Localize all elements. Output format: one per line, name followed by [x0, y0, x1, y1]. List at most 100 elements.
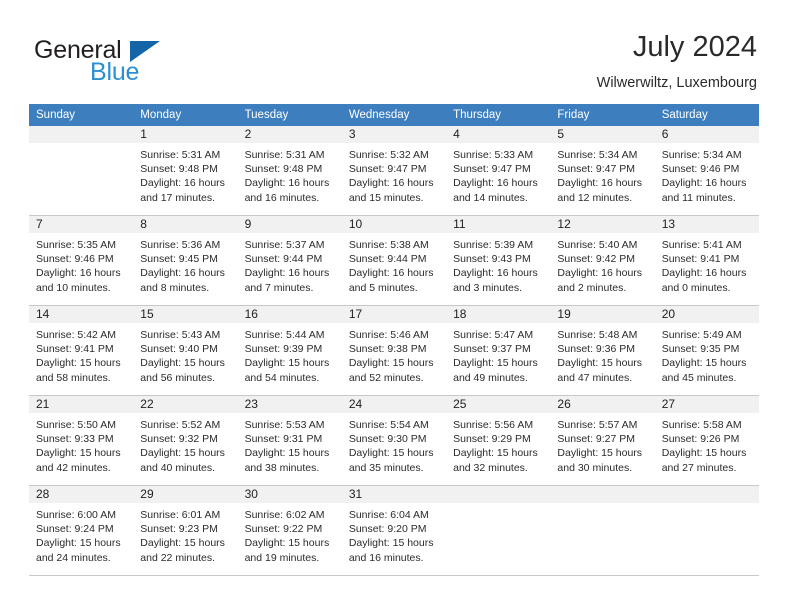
sunrise-text: Sunrise: 5:53 AM — [244, 419, 325, 431]
calendar-day-cell[interactable]: 14 Sunrise: 5:42 AM Sunset: 9:41 PM Dayligh… — [29, 305, 134, 396]
sunrise-text: Sunrise: 5:40 AM — [557, 239, 638, 251]
daylight-text-line2: and 30 minutes. — [557, 461, 633, 474]
daylight-text-line1: Daylight: 16 hours — [557, 177, 643, 190]
day-number: 29 — [133, 486, 238, 503]
daylight-text-line2: and 17 minutes. — [140, 191, 215, 204]
day-sun-info: Sunrise: 6:04 AM Sunset: 9:20 PM Daylight:… — [342, 503, 446, 565]
sunset-text: Sunset: 9:48 PM — [244, 163, 323, 176]
calendar-day-cell[interactable]: 2 Sunrise: 5:31 AM Sunset: 9:48 PM Daylight… — [237, 126, 342, 216]
calendar-day-cell[interactable]: 29 Sunrise: 6:01 AM Sunset: 9:23 PM Dayligh… — [133, 485, 238, 576]
sunrise-text: Sunrise: 6:02 AM — [244, 509, 325, 521]
daylight-text-line2: and 16 minutes. — [244, 191, 320, 204]
sunset-text: Sunset: 9:47 PM — [348, 163, 427, 176]
calendar-day-cell[interactable]: 26 Sunrise: 5:57 AM Sunset: 9:27 PM Dayligh… — [550, 395, 655, 486]
sunrise-text: Sunrise: 5:34 AM — [661, 149, 742, 161]
calendar-day-cell[interactable]: 27 Sunrise: 5:58 AM Sunset: 9:26 PM Dayligh… — [654, 395, 759, 486]
calendar-day-cell[interactable]: 28 Sunrise: 6:00 AM Sunset: 9:24 PM Dayligh… — [29, 485, 134, 576]
calendar-day-cell[interactable]: 8 Sunrise: 5:36 AM Sunset: 9:45 PM Daylight… — [133, 215, 238, 306]
sunset-text: Sunset: 9:42 PM — [557, 253, 636, 266]
sunrise-text: Sunrise: 5:49 AM — [661, 329, 742, 341]
calendar-day-cell[interactable]: 15 Sunrise: 5:43 AM Sunset: 9:40 PM Dayligh… — [133, 305, 238, 396]
sunset-text: Sunset: 9:46 PM — [661, 163, 740, 176]
weekday-header-wednesday: Wednesday — [341, 104, 447, 126]
calendar-day-cell[interactable]: 7 Sunrise: 5:35 AM Sunset: 9:46 PM Daylight… — [29, 215, 134, 306]
daylight-text-line1: Daylight: 16 hours — [661, 267, 747, 280]
day-number — [550, 486, 655, 503]
calendar-day-cell[interactable]: 31 Sunrise: 6:04 AM Sunset: 9:20 PM Dayligh… — [341, 485, 447, 576]
day-number: 18 — [446, 306, 551, 323]
calendar-day-cell[interactable]: 1 Sunrise: 5:31 AM Sunset: 9:48 PM Daylight… — [133, 126, 238, 216]
day-number — [446, 486, 551, 503]
calendar-day-cell[interactable]: 6 Sunrise: 5:34 AM Sunset: 9:46 PM Daylight… — [654, 126, 759, 216]
day-number: 6 — [654, 126, 759, 143]
sunset-text: Sunset: 9:38 PM — [348, 343, 427, 356]
calendar-day-cell[interactable]: 3 Sunrise: 5:32 AM Sunset: 9:47 PM Daylight… — [341, 126, 447, 216]
calendar-day-cell[interactable]: 13 Sunrise: 5:41 AM Sunset: 9:41 PM Dayligh… — [654, 215, 759, 306]
day-sun-info: Sunrise: 5:35 AM Sunset: 9:46 PM Daylight:… — [29, 233, 133, 295]
day-sun-info: Sunrise: 5:43 AM Sunset: 9:40 PM Daylight:… — [133, 323, 237, 385]
daylight-text-line2: and 24 minutes. — [36, 551, 111, 564]
day-sun-info: Sunrise: 5:50 AM Sunset: 9:33 PM Daylight:… — [29, 413, 133, 475]
sunrise-text: Sunrise: 5:58 AM — [661, 419, 742, 431]
daylight-text-line1: Daylight: 15 hours — [36, 447, 121, 460]
calendar-day-cell[interactable]: 30 Sunrise: 6:02 AM Sunset: 9:22 PM Dayligh… — [237, 485, 342, 576]
day-number: 7 — [29, 216, 134, 233]
day-sun-info: Sunrise: 5:37 AM Sunset: 9:44 PM Daylight:… — [238, 233, 342, 295]
calendar-day-cell[interactable]: 9 Sunrise: 5:37 AM Sunset: 9:44 PM Daylight… — [237, 215, 342, 306]
sunrise-text: Sunrise: 5:43 AM — [140, 329, 221, 341]
sunset-text: Sunset: 9:31 PM — [244, 433, 323, 446]
daylight-text-line1: Daylight: 16 hours — [453, 267, 538, 280]
day-number: 24 — [341, 396, 447, 413]
calendar-day-cell[interactable]: 5 Sunrise: 5:34 AM Sunset: 9:47 PM Daylight… — [550, 126, 655, 216]
day-sun-info: Sunrise: 5:58 AM Sunset: 9:26 PM Daylight:… — [655, 413, 759, 475]
calendar-day-cell[interactable]: 16 Sunrise: 5:44 AM Sunset: 9:39 PM Dayligh… — [237, 305, 342, 396]
day-number: 20 — [654, 306, 759, 323]
daylight-text-line2: and 3 minutes. — [453, 281, 523, 294]
sunset-text: Sunset: 9:39 PM — [244, 343, 323, 356]
day-number: 21 — [29, 396, 134, 413]
daylight-text-line1: Daylight: 16 hours — [557, 267, 643, 280]
day-sun-info: Sunrise: 5:47 AM Sunset: 9:37 PM Daylight:… — [446, 323, 550, 385]
daylight-text-line1: Daylight: 16 hours — [36, 267, 121, 280]
daylight-text-line1: Daylight: 15 hours — [244, 357, 330, 370]
daylight-text-line1: Daylight: 15 hours — [36, 537, 121, 550]
calendar-week-row: 21 Sunrise: 5:50 AM Sunset: 9:33 PM Dayligh… — [29, 395, 759, 486]
calendar-day-cell-empty — [29, 126, 134, 216]
day-sun-info: Sunrise: 5:36 AM Sunset: 9:45 PM Daylight:… — [133, 233, 237, 295]
calendar-day-cell[interactable]: 12 Sunrise: 5:40 AM Sunset: 9:42 PM Dayligh… — [550, 215, 655, 306]
daylight-text-line1: Daylight: 16 hours — [453, 177, 538, 190]
calendar-day-cell[interactable]: 19 Sunrise: 5:48 AM Sunset: 9:36 PM Dayligh… — [550, 305, 655, 396]
calendar-day-cell[interactable]: 20 Sunrise: 5:49 AM Sunset: 9:35 PM Dayligh… — [654, 305, 759, 396]
sunset-text: Sunset: 9:35 PM — [661, 343, 740, 356]
weekday-header-tuesday: Tuesday — [237, 104, 342, 126]
calendar-day-cell-empty — [550, 485, 655, 576]
daylight-text-line1: Daylight: 15 hours — [453, 447, 538, 460]
day-number: 26 — [550, 396, 655, 413]
daylight-text-line2: and 49 minutes. — [453, 371, 528, 384]
calendar-week-row: 28 Sunrise: 6:00 AM Sunset: 9:24 PM Dayligh… — [29, 485, 759, 576]
daylight-text-line2: and 15 minutes. — [348, 191, 424, 204]
day-number: 9 — [237, 216, 342, 233]
daylight-text-line2: and 0 minutes. — [661, 281, 731, 294]
calendar-day-cell[interactable]: 24 Sunrise: 5:54 AM Sunset: 9:30 PM Dayligh… — [341, 395, 447, 486]
calendar-day-cell[interactable]: 18 Sunrise: 5:47 AM Sunset: 9:37 PM Dayligh… — [446, 305, 551, 396]
weekday-header-friday: Friday — [550, 104, 655, 126]
calendar-day-cell[interactable]: 21 Sunrise: 5:50 AM Sunset: 9:33 PM Dayligh… — [29, 395, 134, 486]
calendar-day-cell[interactable]: 17 Sunrise: 5:46 AM Sunset: 9:38 PM Dayligh… — [341, 305, 447, 396]
daylight-text-line1: Daylight: 15 hours — [348, 357, 434, 370]
calendar-page: General Blue July 2024 Wilwerwiltz, Luxe… — [0, 0, 792, 612]
calendar-day-cell[interactable]: 4 Sunrise: 5:33 AM Sunset: 9:47 PM Daylight… — [446, 126, 551, 216]
daylight-text-line2: and 12 minutes. — [557, 191, 633, 204]
daylight-text-line1: Daylight: 16 hours — [244, 267, 330, 280]
calendar-day-cell[interactable]: 25 Sunrise: 5:56 AM Sunset: 9:29 PM Dayligh… — [446, 395, 551, 486]
daylight-text-line2: and 8 minutes. — [140, 281, 210, 294]
sunrise-text: Sunrise: 5:52 AM — [140, 419, 221, 431]
general-blue-logo: General Blue — [34, 36, 234, 88]
calendar-day-cell[interactable]: 11 Sunrise: 5:39 AM Sunset: 9:43 PM Dayligh… — [446, 215, 551, 306]
sunset-text: Sunset: 9:44 PM — [348, 253, 427, 266]
calendar-day-cell[interactable]: 10 Sunrise: 5:38 AM Sunset: 9:44 PM Dayligh… — [341, 215, 447, 306]
calendar-day-cell-empty — [446, 485, 551, 576]
calendar-day-cell[interactable]: 23 Sunrise: 5:53 AM Sunset: 9:31 PM Dayligh… — [237, 395, 342, 486]
calendar-day-cell[interactable]: 22 Sunrise: 5:52 AM Sunset: 9:32 PM Dayligh… — [133, 395, 238, 486]
calendar-week-row: 1 Sunrise: 5:31 AM Sunset: 9:48 PM Daylight… — [29, 126, 759, 216]
